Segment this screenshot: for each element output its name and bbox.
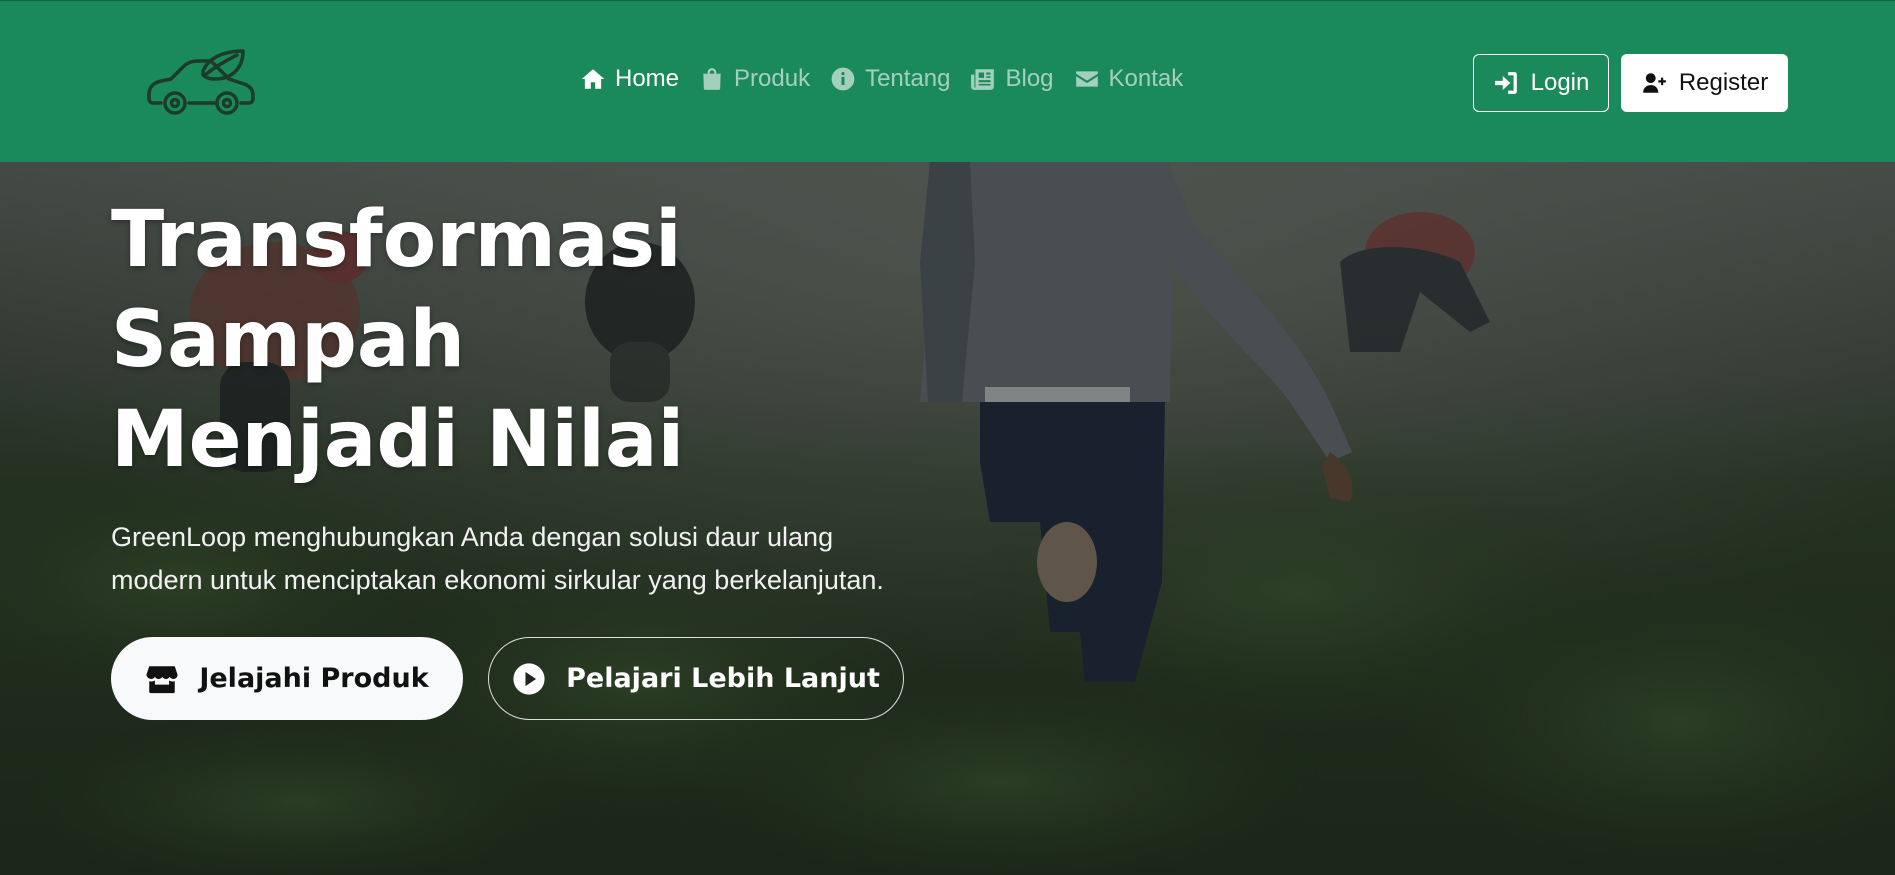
nav-item-label: Kontak [1108,65,1184,92]
info-circle-icon [831,67,855,91]
login-button[interactable]: Login [1473,54,1609,112]
hero-subtitle: GreenLoop menghubungkan Anda dengan solu… [111,522,884,595]
auth-actions: Login Register [1473,54,1788,112]
nav-item-label: Home [615,65,680,92]
nav-item-produk[interactable]: Produk [699,65,810,93]
hero-content: Transformasi Sampah Menjadi Nilai GreenL… [111,190,931,720]
navbar: Home Produk Tentang Blog Kontak Login Re… [0,0,1895,162]
hero-actions: Jelajahi Produk Pelajari Lebih Lanjut [111,637,931,720]
nav-item-label: Tentang [865,65,951,92]
register-button[interactable]: Register [1621,54,1788,112]
explore-products-label: Jelajahi Produk [199,663,429,694]
nav-item-label: Blog [1005,65,1054,92]
shopping-bag-icon [703,68,721,90]
login-label: Login [1530,69,1590,96]
home-icon [581,69,605,89]
main-nav: Home Produk Tentang Blog Kontak [580,65,1183,93]
nav-item-home[interactable]: Home [580,65,679,93]
sign-in-icon [1494,72,1517,94]
explore-products-button[interactable]: Jelajahi Produk [111,637,463,720]
nav-item-tentang[interactable]: Tentang [830,65,950,93]
store-icon [146,665,178,693]
register-label: Register [1678,69,1769,96]
play-circle-icon [513,662,545,695]
hero-section: Transformasi Sampah Menjadi Nilai GreenL… [0,162,1895,875]
nav-item-label: Produk [734,65,811,92]
logo[interactable] [145,47,257,117]
newspaper-icon [971,69,995,90]
hero-title: Transformasi Sampah Menjadi Nilai [111,195,685,485]
eco-car-icon [147,49,255,115]
user-plus-icon [1642,73,1666,93]
nav-item-blog[interactable]: Blog [970,65,1054,93]
learn-more-label: Pelajari Lebih Lanjut [566,663,880,694]
learn-more-button[interactable]: Pelajari Lebih Lanjut [488,637,904,720]
envelope-icon [1075,71,1098,87]
nav-item-kontak[interactable]: Kontak [1074,65,1184,93]
